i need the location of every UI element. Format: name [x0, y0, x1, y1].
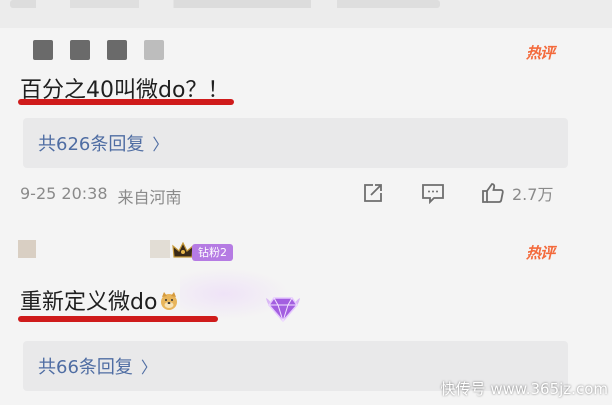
- share-icon[interactable]: [360, 180, 386, 206]
- redaction-block: [107, 40, 127, 60]
- hot-comment-badge: 热评: [525, 44, 555, 62]
- comment-icon[interactable]: [420, 180, 446, 206]
- comment-text-body: 重新定义微do: [20, 290, 158, 315]
- doge-emoji-icon: [159, 291, 179, 311]
- red-underline-annotation: [18, 316, 218, 322]
- redaction-block: [18, 240, 36, 258]
- redaction-block: [144, 40, 164, 60]
- watermark: 快传号 www.365jz.com: [440, 380, 608, 398]
- hot-comment-badge: 热评: [525, 244, 555, 262]
- redaction-block: [150, 240, 170, 258]
- view-replies-button[interactable]: 共626条回复 〉: [23, 118, 568, 168]
- replies-count-label: 共626条回复: [38, 134, 145, 155]
- diamond-gem-icon: [263, 290, 303, 328]
- comment-card: 热评 百分之40叫微do？！ 共626条回复 〉 9-25 20:38 来自河南: [0, 28, 612, 228]
- red-underline-annotation: [18, 99, 234, 105]
- chevron-right-icon: 〉: [152, 135, 169, 154]
- thumbs-up-icon[interactable]: [480, 180, 506, 206]
- chevron-right-icon: 〉: [140, 358, 157, 377]
- redacted-username: [33, 40, 164, 60]
- crown-icon: [172, 241, 194, 264]
- comment-text: 重新定义微do: [20, 284, 179, 316]
- fan-level-badge: 钻粉2: [192, 244, 233, 261]
- redaction-block: [33, 40, 53, 60]
- redacted-username: [18, 238, 178, 260]
- like-count: 2.7万: [512, 185, 554, 204]
- comment-meta: 9-25 20:38 来自河南: [20, 184, 182, 208]
- location: 来自河南: [117, 188, 182, 207]
- previous-comment-fragment: [0, 0, 612, 28]
- replies-count-label: 共66条回复: [38, 357, 133, 378]
- comment-actions: 2.7万: [360, 180, 553, 206]
- redaction-block: [70, 40, 90, 60]
- timestamp: 9-25 20:38: [20, 184, 108, 203]
- cropped-text-fragment: [10, 0, 440, 8]
